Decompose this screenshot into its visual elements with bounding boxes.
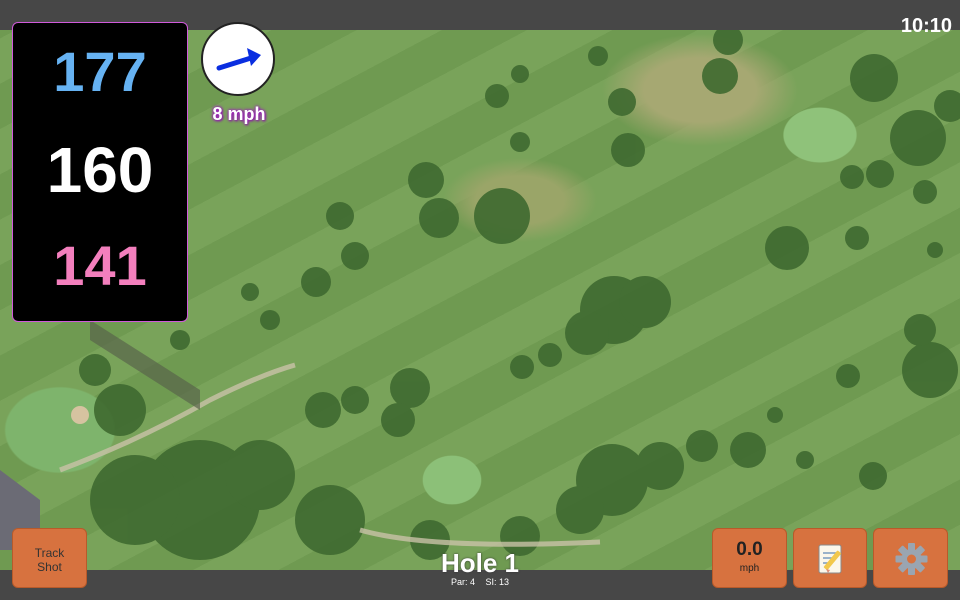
- hole-title: Hole 1: [440, 548, 520, 578]
- wind-indicator: [201, 22, 275, 96]
- wind-speed-label: 8 mph: [212, 104, 266, 124]
- speed-button[interactable]: 0.0 mph: [712, 528, 787, 588]
- notepad-icon: [818, 544, 842, 574]
- gear-icon: [895, 543, 928, 575]
- speed-value: 0.0: [736, 539, 763, 560]
- distance-panel: 177 160 141: [12, 22, 188, 322]
- track-shot-button[interactable]: Track Shot: [12, 528, 87, 588]
- clock-time: 10:10: [900, 15, 952, 37]
- settings-button[interactable]: [873, 528, 948, 588]
- distance-back-of-green: 177: [53, 40, 147, 103]
- track-shot-label-line2: Shot: [37, 560, 62, 574]
- distance-front-of-green: 141: [53, 234, 147, 297]
- distance-middle-of-green: 160: [46, 134, 154, 206]
- speed-unit: mph: [739, 563, 760, 574]
- hole-details: Par: 4 SI: 13: [380, 577, 580, 588]
- hole-stroke-index: SI: 13: [485, 577, 510, 587]
- scorecard-button[interactable]: [793, 528, 867, 588]
- wind-arrow-icon: [216, 48, 261, 71]
- hole-par: Par: 4: [450, 577, 475, 587]
- track-shot-label-line1: Track: [34, 546, 65, 560]
